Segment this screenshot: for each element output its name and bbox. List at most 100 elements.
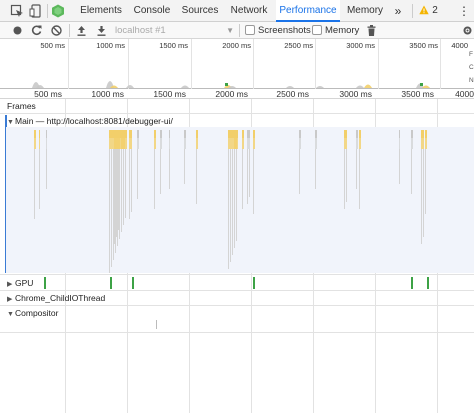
ruler-tick: 1500 ms xyxy=(153,89,186,99)
flame-callstack-bar xyxy=(234,149,235,234)
ruler-tick: 3500 ms xyxy=(401,89,434,99)
flame-task-top xyxy=(154,130,156,138)
flame-callstack-bar xyxy=(315,149,316,189)
tabbar-divider xyxy=(47,4,48,18)
warning-count[interactable]: 2 xyxy=(430,0,440,22)
io-thread-track-header[interactable]: ▶ Chrome_ChildIOThread xyxy=(7,293,105,303)
flame-callstack-bar xyxy=(119,149,120,239)
capture-settings-icon[interactable] xyxy=(461,24,474,37)
flame-task-script xyxy=(356,138,358,149)
gpu-event xyxy=(44,277,46,289)
overview-tick: 1000 ms xyxy=(96,41,125,50)
flame-task-script xyxy=(315,138,317,149)
flame-callstack-bar xyxy=(359,149,360,209)
overview-tick: 500 ms xyxy=(40,41,65,50)
reload-record-icon[interactable] xyxy=(30,24,43,37)
flame-task-top xyxy=(359,130,361,138)
flame-callstack-bar xyxy=(228,149,229,269)
track-divider xyxy=(0,332,474,333)
tab-sources[interactable]: Sources xyxy=(178,0,222,22)
expand-triangle-icon[interactable]: ▼ xyxy=(7,119,15,126)
flame-callstack-bar xyxy=(129,149,130,219)
ruler-tick: 3000 ms xyxy=(339,89,372,99)
flame-task-top xyxy=(129,130,132,138)
flame-task-script xyxy=(242,138,244,149)
tab-network[interactable]: Network xyxy=(226,0,272,22)
tab-elements[interactable]: Elements xyxy=(75,0,127,22)
flame-task-top xyxy=(315,130,317,138)
flame-callstack-bar xyxy=(356,149,357,189)
flame-callstack-bar xyxy=(137,149,138,199)
compositor-event[interactable] xyxy=(156,320,157,329)
flame-callstack-bar xyxy=(109,149,110,273)
flame-task-script xyxy=(359,138,361,149)
flame-task-top xyxy=(121,130,125,138)
more-tabs-button[interactable]: » xyxy=(390,0,406,22)
flame-callstack-bar xyxy=(131,149,132,212)
flame-callstack-bar xyxy=(232,149,233,255)
compositor-track-header[interactable]: ▼Compositor xyxy=(7,308,58,318)
flame-task-top xyxy=(114,130,120,138)
vue-devtools-icon[interactable] xyxy=(51,4,65,18)
main-track-label: Main — http://localhost:8081/debugger-ui… xyxy=(15,116,173,126)
flame-task-top xyxy=(356,130,358,138)
gpu-events[interactable] xyxy=(0,276,474,290)
flame-task-top xyxy=(160,130,162,138)
flame-task-top xyxy=(421,130,424,138)
flame-chart-events[interactable] xyxy=(6,127,474,273)
track-divider xyxy=(0,305,474,306)
flame-callstack-bar xyxy=(421,149,422,244)
flame-task-top xyxy=(137,130,139,138)
screenshots-checkbox[interactable] xyxy=(245,25,255,35)
tab-performance[interactable]: Performance xyxy=(276,0,340,22)
load-profile-icon[interactable] xyxy=(75,24,88,37)
flame-callstack-bar xyxy=(247,149,248,204)
flame-callstack-bar xyxy=(344,149,345,209)
device-toolbar-icon[interactable] xyxy=(29,4,43,18)
flame-task-script xyxy=(299,138,301,149)
flame-task-top xyxy=(247,130,250,138)
flame-callstack-bar xyxy=(184,149,185,184)
ruler-tick: 500 ms xyxy=(34,89,62,99)
flame-task-top xyxy=(411,130,413,138)
warning-icon[interactable] xyxy=(419,5,429,15)
overview-activity-blip xyxy=(126,85,134,88)
flame-callstack-bar xyxy=(123,149,124,222)
flame-task-top xyxy=(299,130,301,138)
record-icon[interactable] xyxy=(11,24,24,37)
timeline-overview[interactable]: 500 ms 1000 ms 1500 ms 2000 ms 2500 ms 3… xyxy=(0,39,474,89)
overview-activity-blip xyxy=(422,85,430,88)
save-profile-icon[interactable] xyxy=(95,24,108,37)
expand-triangle-icon[interactable]: ▼ xyxy=(7,311,15,318)
flame-task-script xyxy=(399,138,400,149)
memory-checkbox[interactable] xyxy=(312,25,322,35)
collect-garbage-icon[interactable] xyxy=(365,24,378,37)
flame-task-script xyxy=(34,138,36,149)
frames-track-label[interactable]: Frames xyxy=(7,101,36,111)
memory-label[interactable]: Memory xyxy=(325,23,359,38)
overview-tick: 3000 ms xyxy=(346,41,375,50)
flame-task-script xyxy=(253,138,255,149)
ruler-tick: 2000 ms xyxy=(215,89,248,99)
flame-callstack-bar xyxy=(411,149,412,194)
devtools-menu-button[interactable]: ⋮ xyxy=(458,0,470,22)
expand-triangle-icon[interactable]: ▶ xyxy=(7,295,15,303)
tab-memory[interactable]: Memory xyxy=(344,0,386,22)
flame-task-script xyxy=(344,138,347,149)
compositor-track-label: Compositor xyxy=(15,308,59,318)
flame-callstack-bar xyxy=(39,149,40,209)
flame-callstack-bar xyxy=(111,149,112,267)
flame-callstack-bar xyxy=(253,149,254,214)
clear-icon[interactable] xyxy=(50,24,63,37)
flame-task-script xyxy=(196,138,198,149)
screenshots-label[interactable]: Screenshots xyxy=(258,23,311,38)
main-thread-flame-chart[interactable] xyxy=(6,127,474,273)
inspect-element-icon[interactable] xyxy=(10,4,24,18)
flame-task-top xyxy=(242,130,244,138)
tab-console[interactable]: Console xyxy=(129,0,175,22)
flame-callstack-bar xyxy=(160,149,161,194)
flame-callstack-bar xyxy=(121,149,122,229)
profile-target-select[interactable]: localhost #1 ▼ xyxy=(115,23,240,38)
main-track-header[interactable]: ▼Main — http://localhost:8081/debugger-u… xyxy=(7,116,173,126)
flame-callstack-bar xyxy=(125,149,126,218)
